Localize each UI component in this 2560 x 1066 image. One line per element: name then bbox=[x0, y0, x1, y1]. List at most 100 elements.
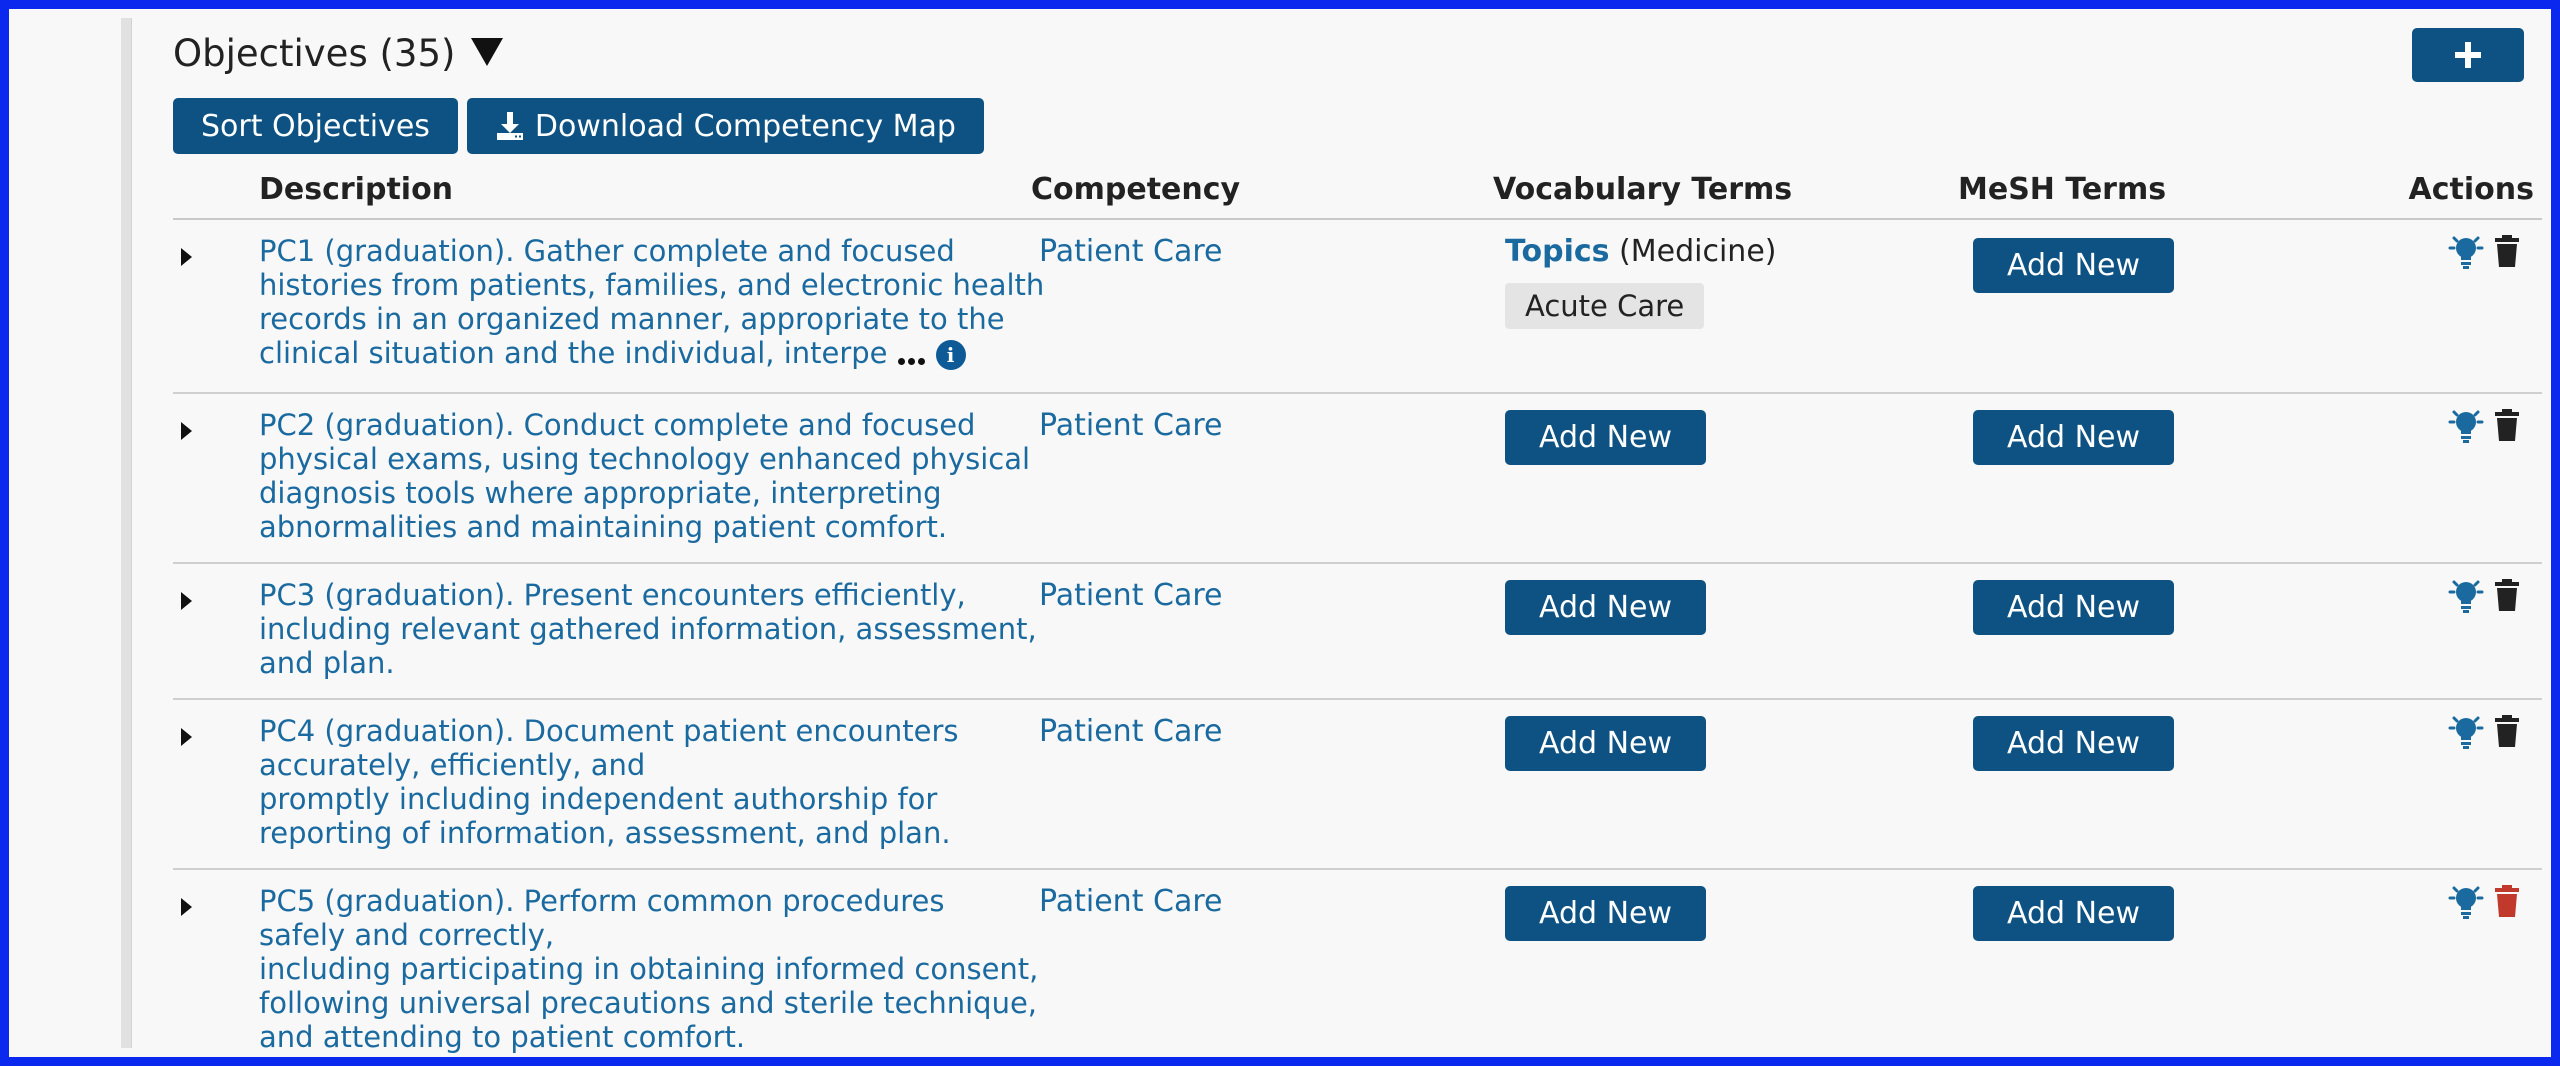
vocabulary-terms-cell: Add New bbox=[1505, 410, 1706, 465]
description-line: reporting of information, assessment, an… bbox=[259, 816, 951, 850]
row-actions bbox=[2446, 408, 2520, 444]
expand-row-icon[interactable] bbox=[181, 898, 192, 916]
vocabulary-terms-cell: Add New bbox=[1505, 886, 1706, 941]
vocabulary-terms-cell: Add New bbox=[1505, 580, 1706, 635]
add-vocabulary-term-button[interactable]: Add New bbox=[1505, 886, 1706, 941]
col-vocabulary-terms: Vocabulary Terms bbox=[1493, 172, 1793, 207]
add-mesh-term-button[interactable]: Add New bbox=[1973, 238, 2174, 293]
topics-scope: (Medicine) bbox=[1619, 234, 1777, 269]
add-objective-button[interactable] bbox=[2412, 28, 2524, 82]
row-actions bbox=[2446, 884, 2520, 920]
vocabulary-topic: Topics (Medicine) bbox=[1505, 234, 1776, 269]
lightbulb-icon[interactable] bbox=[2446, 578, 2486, 614]
lightbulb-icon[interactable] bbox=[2446, 234, 2486, 270]
description-line: diagnosis tools where appropriate, inter… bbox=[259, 476, 942, 510]
lightbulb-icon[interactable] bbox=[2446, 884, 2486, 920]
description-line: and attending to patient comfort. bbox=[259, 1020, 746, 1054]
download-label: Download Competency Map bbox=[534, 108, 956, 144]
mesh-terms-cell: Add New bbox=[1973, 410, 2174, 465]
screen-frame: Objectives (35) Sort Objectives Download… bbox=[0, 0, 2560, 1066]
trash-icon-hover[interactable] bbox=[2494, 884, 2520, 918]
objectives-panel: Objectives (35) Sort Objectives Download… bbox=[133, 18, 2542, 1054]
description-line: PC1 (graduation). Gather complete and fo… bbox=[259, 234, 955, 268]
description-line: records in an organized manner, appropri… bbox=[259, 302, 1005, 336]
objective-description[interactable]: PC1 (graduation). Gather complete and fo… bbox=[259, 234, 1045, 372]
objectives-header: Objectives (35) bbox=[173, 32, 504, 75]
row-actions bbox=[2446, 234, 2520, 270]
collapse-caret-icon[interactable] bbox=[471, 37, 504, 66]
vocabulary-terms: Topics (Medicine) Acute Care bbox=[1505, 234, 1776, 329]
col-actions: Actions bbox=[2408, 172, 2534, 207]
description-line: physical exams, using technology enhance… bbox=[259, 442, 1031, 476]
row-actions bbox=[2446, 578, 2520, 614]
description-line: accurately, efficiently, and bbox=[259, 748, 646, 782]
description-line: safely and correctly, bbox=[259, 918, 555, 952]
add-vocabulary-term-button[interactable]: Add New bbox=[1505, 580, 1706, 635]
description-line: histories from patients, families, and e… bbox=[259, 268, 1045, 302]
table-row: PC3 (graduation). Present encounters eff… bbox=[173, 564, 2542, 700]
competency-link[interactable]: Patient Care bbox=[1039, 234, 1222, 269]
description-line: PC2 (graduation). Conduct complete and f… bbox=[259, 408, 976, 442]
lightbulb-icon[interactable] bbox=[2446, 714, 2486, 750]
expand-row-icon[interactable] bbox=[181, 248, 192, 266]
add-mesh-term-button[interactable]: Add New bbox=[1973, 410, 2174, 465]
add-mesh-term-button[interactable]: Add New bbox=[1973, 886, 2174, 941]
objectives-table-body: PC1 (graduation). Gather complete and fo… bbox=[173, 220, 2542, 1066]
description-line: promptly including independent authorshi… bbox=[259, 782, 938, 816]
add-mesh-term-button[interactable]: Add New bbox=[1973, 716, 2174, 771]
competency-link[interactable]: Patient Care bbox=[1039, 714, 1222, 749]
download-icon bbox=[496, 112, 523, 140]
add-mesh-term-button[interactable]: Add New bbox=[1973, 580, 2174, 635]
description-line: PC3 (graduation). Present encounters eff… bbox=[259, 578, 966, 612]
mesh-terms-cell: Add New bbox=[1973, 238, 2174, 293]
lightbulb-icon[interactable] bbox=[2446, 408, 2486, 444]
expand-row-icon[interactable] bbox=[181, 592, 192, 610]
left-rail bbox=[18, 18, 132, 1048]
objective-description[interactable]: PC4 (graduation). Document patient encou… bbox=[259, 714, 1039, 850]
competency-link[interactable]: Patient Care bbox=[1039, 884, 1222, 919]
add-vocabulary-term-button[interactable]: Add New bbox=[1505, 716, 1706, 771]
table-row: PC1 (graduation). Gather complete and fo… bbox=[173, 220, 2542, 394]
trash-icon[interactable] bbox=[2494, 408, 2520, 442]
topics-link[interactable]: Topics bbox=[1505, 234, 1610, 269]
add-vocabulary-term-button[interactable]: Add New bbox=[1505, 410, 1706, 465]
sort-objectives-button[interactable]: Sort Objectives bbox=[173, 98, 458, 154]
mesh-terms-cell: Add New bbox=[1973, 580, 2174, 635]
description-line: abnormalities and maintaining patient co… bbox=[259, 510, 948, 544]
info-icon[interactable]: i bbox=[935, 340, 966, 370]
col-description: Description bbox=[259, 172, 454, 207]
table-row: PC5 (graduation). Perform common procedu… bbox=[173, 870, 2542, 1066]
trash-icon[interactable] bbox=[2494, 578, 2520, 612]
vocabulary-tag[interactable]: Acute Care bbox=[1505, 283, 1705, 329]
description-line: clinical situation and the individual, i… bbox=[259, 336, 888, 370]
trash-icon[interactable] bbox=[2494, 234, 2520, 268]
description-line: and plan. bbox=[259, 646, 395, 680]
table-row: PC2 (graduation). Conduct complete and f… bbox=[173, 394, 2542, 564]
expand-row-icon[interactable] bbox=[181, 422, 192, 440]
objective-description[interactable]: PC3 (graduation). Present encounters eff… bbox=[259, 578, 1039, 680]
table-header: Description Competency Vocabulary Terms … bbox=[173, 166, 2542, 220]
description-line-last: clinical situation and the individual, i… bbox=[259, 336, 1039, 372]
col-competency: Competency bbox=[1031, 172, 1241, 207]
objective-description[interactable]: PC5 (graduation). Perform common procedu… bbox=[259, 884, 1039, 1054]
toolbar: Sort Objectives Download Competency Map bbox=[173, 98, 984, 154]
download-competency-map-button[interactable]: Download Competency Map bbox=[466, 98, 984, 154]
description-line: including relevant gathered information,… bbox=[259, 612, 1037, 646]
description-line: PC5 (graduation). Perform common procedu… bbox=[259, 884, 945, 918]
trash-icon[interactable] bbox=[2494, 714, 2520, 748]
description-line: including participating in obtaining inf… bbox=[259, 952, 1039, 986]
objective-description[interactable]: PC2 (graduation). Conduct complete and f… bbox=[259, 408, 1039, 544]
page-title: Objectives (35) bbox=[173, 32, 456, 75]
table-row: PC4 (graduation). Document patient encou… bbox=[173, 700, 2542, 870]
mesh-terms-cell: Add New bbox=[1973, 716, 2174, 771]
description-line: PC4 (graduation). Document patient encou… bbox=[259, 714, 959, 748]
competency-link[interactable]: Patient Care bbox=[1039, 578, 1222, 613]
description-line: following universal precautions and ster… bbox=[259, 986, 1038, 1020]
row-actions bbox=[2446, 714, 2520, 750]
expand-row-icon[interactable] bbox=[181, 728, 192, 746]
vocabulary-terms-cell: Add New bbox=[1505, 716, 1706, 771]
competency-link[interactable]: Patient Care bbox=[1039, 408, 1222, 443]
ellipsis-icon[interactable] bbox=[897, 338, 928, 372]
plus-icon bbox=[2455, 42, 2481, 68]
col-mesh-terms: MeSH Terms bbox=[1958, 172, 2167, 207]
